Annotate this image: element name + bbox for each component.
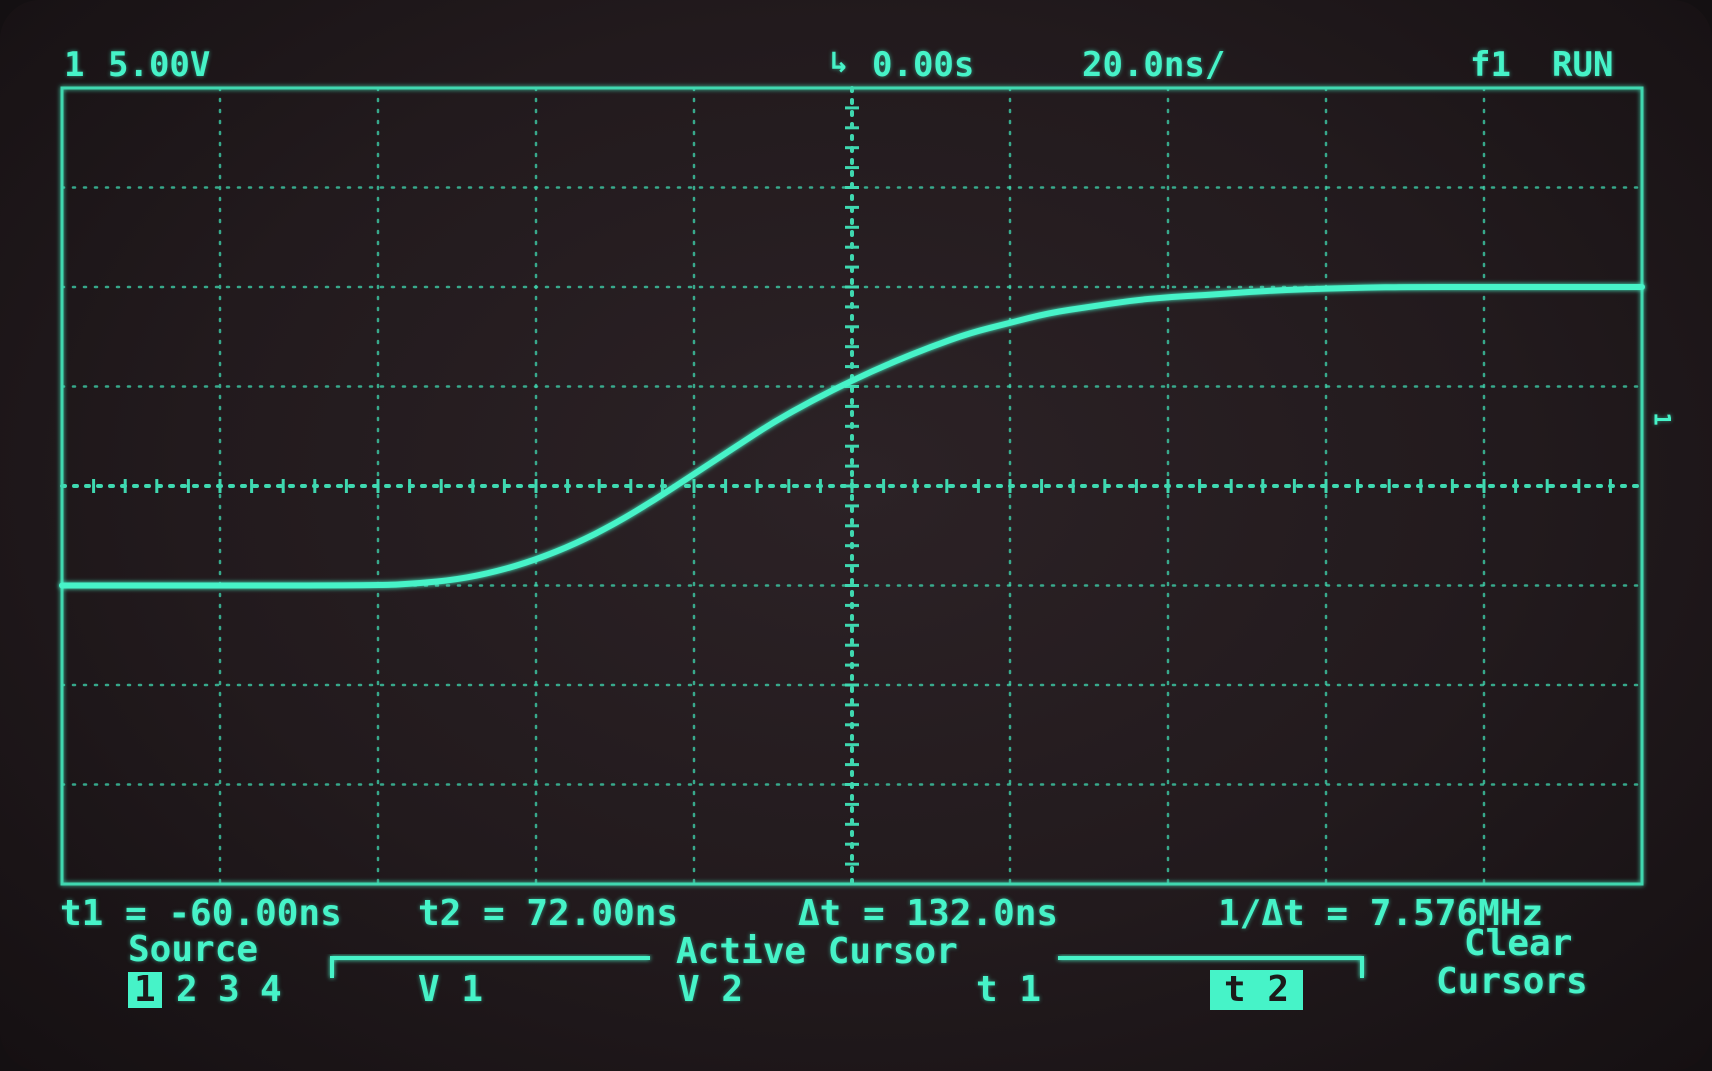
source-softkey[interactable]: 1 2 3 4 (128, 968, 308, 1012)
cursor-softkey-v2[interactable]: V 2 (678, 972, 743, 1008)
source-option-1[interactable]: 1 (128, 972, 162, 1008)
active-cursor-bracket-left (330, 956, 650, 978)
source-softkey-label: Source (128, 929, 259, 970)
source-option-2[interactable]: 2 (176, 972, 198, 1008)
delta-t-readout: Δt = 132.0ns (798, 893, 1059, 934)
clear-cursors-label-line2: Cursors (1436, 961, 1588, 1002)
source-option-4[interactable]: 4 (260, 972, 282, 1008)
cursor-softkey-t1[interactable]: t 1 (976, 972, 1041, 1008)
active-cursor-label: Active Cursor (676, 931, 958, 972)
t1-readout: t1 = -60.00ns (60, 893, 342, 934)
clear-cursors-label-line1: Clear (1464, 923, 1573, 964)
t2-readout: t2 = 72.00ns (418, 893, 679, 934)
source-option-3[interactable]: 3 (218, 972, 240, 1008)
cursor-softkey-v1[interactable]: V 1 (418, 972, 483, 1008)
cursor-softkey-t2[interactable]: t 2 (1210, 970, 1304, 1010)
clear-cursors-softkey[interactable]: Clear Cursors (1436, 923, 1616, 1000)
